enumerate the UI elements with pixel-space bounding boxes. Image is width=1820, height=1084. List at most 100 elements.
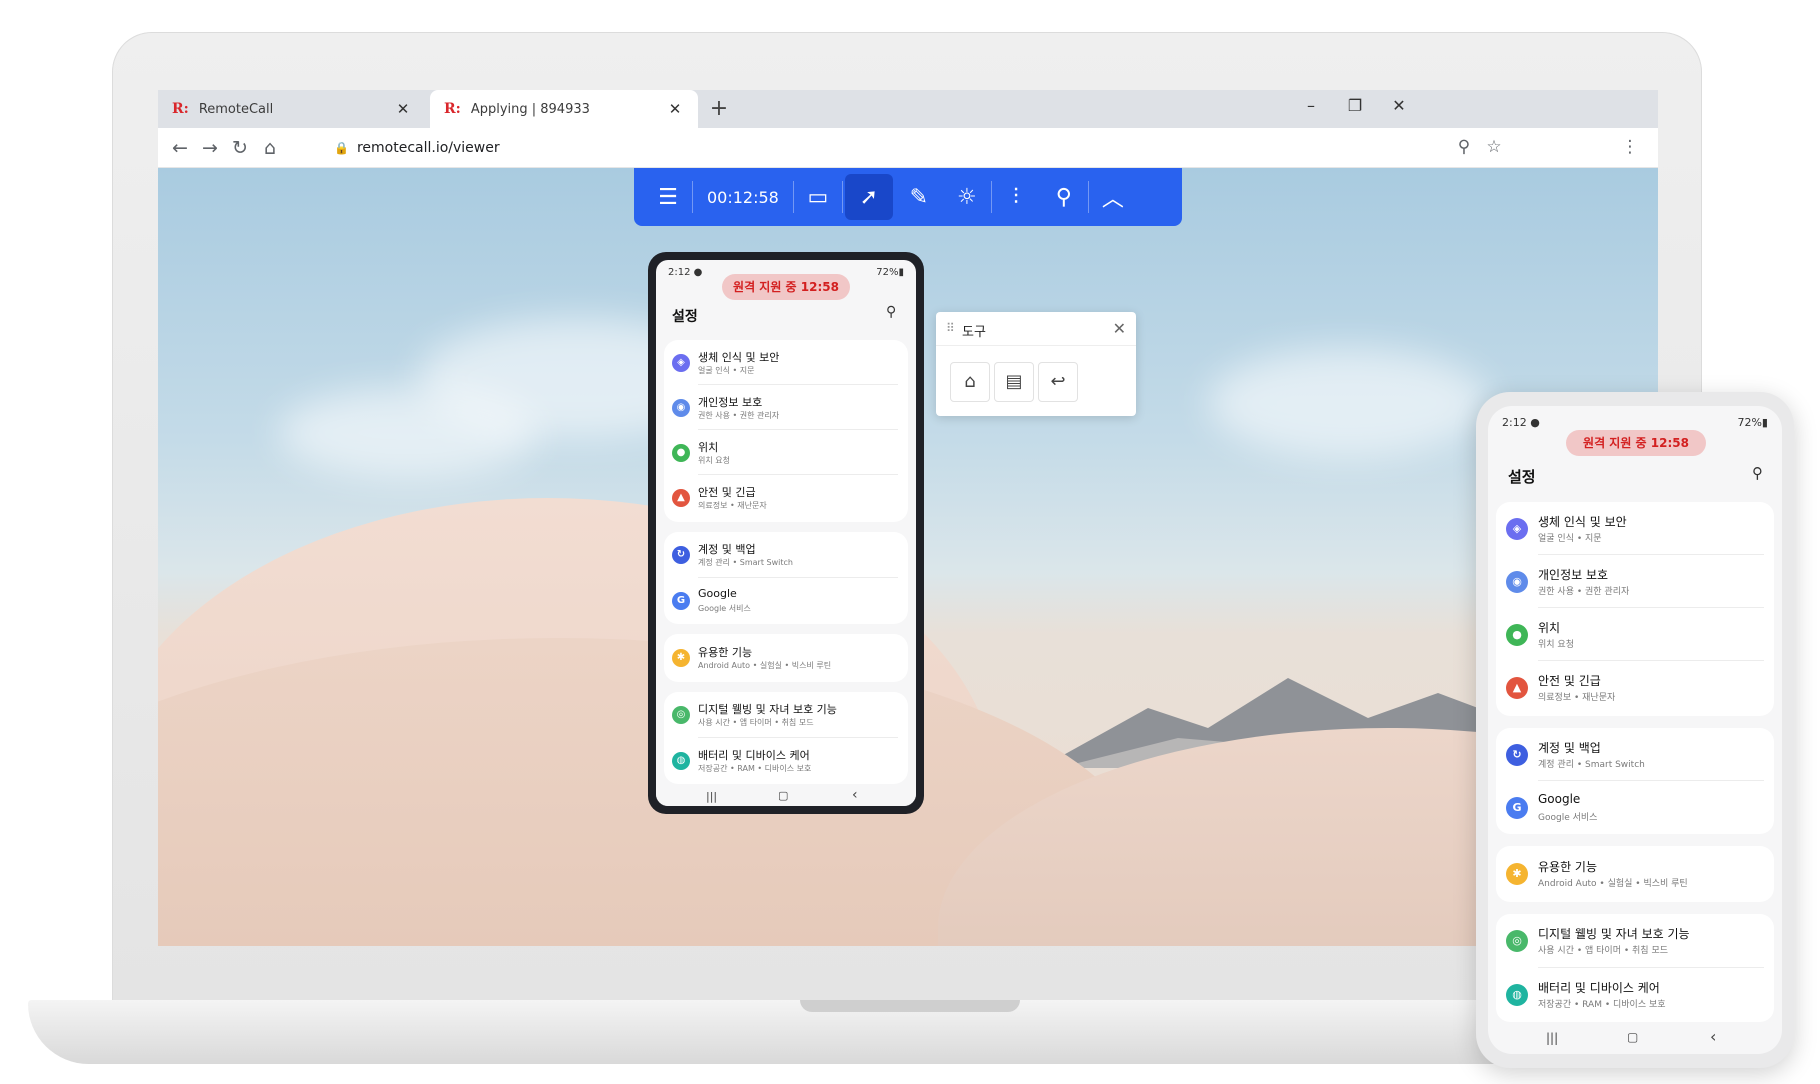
status-battery: 72%▮ <box>876 267 904 278</box>
item-subtitle: 계정 관리 • Smart Switch <box>1538 760 1645 770</box>
settings-item-location: ● 위치 위치 요청 <box>1496 608 1774 661</box>
item-subtitle: 위치 요청 <box>1538 640 1574 650</box>
recents-icon: ||| <box>1546 1031 1559 1045</box>
tab-remotecall[interactable]: R: RemoteCall ✕ <box>158 90 426 128</box>
tools-popup: ⠿ 도구 ✕ ⌂ ▤ ↩ <box>936 312 1136 416</box>
drag-handle-icon[interactable]: ⠿ <box>946 321 955 335</box>
item-subtitle: 의료정보 • 재난문자 <box>1538 693 1616 703</box>
new-tab-button[interactable]: + <box>706 96 732 121</box>
safety-icon: ▲ <box>1506 677 1528 699</box>
home-key-button[interactable]: ⌂ <box>950 362 990 402</box>
tools-popup-title: 도구 <box>962 325 986 340</box>
pen-icon[interactable]: ✎ <box>895 168 943 226</box>
home-icon[interactable]: ⌂ <box>258 137 282 159</box>
pointer-icon[interactable]: ➚ <box>844 174 893 220</box>
privacy-icon: ◉ <box>1506 571 1528 593</box>
bookmark-star-icon[interactable]: ☆ <box>1482 137 1506 157</box>
close-icon[interactable]: ✕ <box>1113 319 1126 338</box>
lock-icon: 🔒 <box>334 141 349 155</box>
settings-group: ◈ 생체 인식 및 보안 얼굴 인식 • 지문 ◉ 개인정보 보호 권한 사용 … <box>664 340 908 522</box>
url-field[interactable]: 🔒 remotecall.io/viewer <box>320 133 1550 163</box>
browser-menu-icon[interactable]: ⋮ <box>1618 137 1642 157</box>
settings-item-accounts[interactable]: ↻ 계정 및 백업 계정 관리 • Smart Switch <box>664 532 908 578</box>
settings-sliders-icon[interactable]: ⫶ <box>992 168 1040 226</box>
item-subtitle: 저장공간 • RAM • 디바이스 보호 <box>1538 1000 1666 1010</box>
settings-item-safety[interactable]: ▲ 안전 및 긴급 의료정보 • 재난문자 <box>664 475 908 520</box>
item-subtitle: 얼굴 인식 • 지문 <box>1538 534 1602 544</box>
zoom-icon[interactable]: ⚲ <box>1040 168 1088 226</box>
wellbeing-icon: ◎ <box>672 706 690 724</box>
brightness-icon[interactable]: ☼ <box>943 168 991 226</box>
item-subtitle: 사용 시간 • 앱 타이머 • 취침 모드 <box>1538 946 1669 956</box>
status-battery: 72%▮ <box>1737 416 1768 429</box>
item-title: 개인정보 보호 <box>698 396 763 409</box>
device-care-icon: ◍ <box>672 752 690 770</box>
safety-icon: ▲ <box>672 489 690 507</box>
item-title: 안전 및 긴급 <box>698 486 756 499</box>
reload-icon[interactable]: ↻ <box>228 137 252 159</box>
remote-session-pill: 원격 지원 중 12:58 <box>1566 430 1706 456</box>
remotecall-favicon: R: <box>444 101 461 117</box>
gear-icon: ✱ <box>672 649 690 667</box>
remote-viewer-viewport: ☰ 00:12:58 ▭ ➚ ✎ ☼ ⫶ ⚲ ︿ 2:12 ● 72%▮ 원격 … <box>158 168 1658 946</box>
tab-applying[interactable]: R: Applying | 894933 ✕ <box>430 90 698 128</box>
remote-phone-frame: 2:12 ● 72%▮ 원격 지원 중 12:58 설정 ⚲ ◈ 생체 인식 및… <box>648 252 924 814</box>
video-camera-icon[interactable]: ▭ <box>794 168 842 226</box>
item-subtitle: Android Auto • 실험실 • 빅스비 루틴 <box>1538 879 1688 889</box>
settings-item-google[interactable]: G Google Google 서비스 <box>664 578 908 624</box>
item-subtitle: Android Auto • 실험실 • 빅스비 루틴 <box>698 661 832 670</box>
settings-item-location[interactable]: ● 위치 위치 요청 <box>664 430 908 475</box>
recents-icon[interactable]: ||| <box>706 790 717 803</box>
search-icon[interactable]: ⚲ <box>886 304 896 320</box>
item-title: Google <box>698 587 737 600</box>
back-icon[interactable]: ‹ <box>852 787 858 803</box>
stage: R: RemoteCall ✕ R: Applying | 894933 ✕ +… <box>0 0 1820 1084</box>
tab-title: Applying | 894933 <box>470 101 590 117</box>
remote-session-pill: 원격 지원 중 12:58 <box>722 274 850 300</box>
status-time: 2:12 ● <box>668 267 703 278</box>
item-title: 생체 인식 및 보안 <box>1538 515 1627 529</box>
home-icon[interactable]: ▢ <box>778 789 788 802</box>
item-title: 위치 <box>1538 621 1561 635</box>
settings-item-accounts: ↻ 계정 및 백업 계정 관리 • Smart Switch <box>1496 728 1774 781</box>
device-care-icon: ◍ <box>1506 984 1528 1006</box>
settings-group: ◈ 생체 인식 및 보안 얼굴 인식 • 지문 ◉ 개인정보 보호 권한 사용 … <box>1496 502 1774 716</box>
settings-item-privacy[interactable]: ◉ 개인정보 보호 권한 사용 • 권한 관리자 <box>664 385 908 430</box>
status-bar: 2:12 ● 72%▮ <box>1488 406 1782 432</box>
item-title: 배터리 및 디바이스 케어 <box>1538 981 1660 995</box>
item-subtitle: 권한 사용 • 권한 관리자 <box>1538 587 1630 597</box>
minimize-icon[interactable]: – <box>1298 96 1324 115</box>
item-title: 안전 및 긴급 <box>1538 674 1601 688</box>
back-key-button[interactable]: ↩ <box>1038 362 1078 402</box>
restore-icon[interactable]: ❐ <box>1342 96 1368 115</box>
forward-icon[interactable]: → <box>198 137 222 159</box>
privacy-icon: ◉ <box>672 399 690 417</box>
collapse-chevron-up-icon[interactable]: ︿ <box>1089 168 1137 226</box>
close-tab-icon[interactable]: ✕ <box>666 100 684 118</box>
physical-phone-frame: 2:12 ● 72%▮ 원격 지원 중 12:58 설정 ⚲ ◈ 생체 인식 및… <box>1476 392 1794 1068</box>
menu-icon[interactable]: ☰ <box>644 168 692 226</box>
settings-item-advanced-features[interactable]: ✱ 유용한 기능 Android Auto • 실험실 • 빅스비 루틴 <box>664 634 908 682</box>
recents-key-button[interactable]: ▤ <box>994 362 1034 402</box>
item-title: 디지털 웰빙 및 자녀 보호 기능 <box>698 703 837 716</box>
home-icon: ▢ <box>1627 1030 1639 1044</box>
toolbar-divider <box>841 181 843 213</box>
back-icon[interactable]: ← <box>168 137 192 159</box>
item-title: 계정 및 백업 <box>698 543 756 556</box>
settings-item-battery-care[interactable]: ◍ 배터리 및 디바이스 케어 저장공간 • RAM • 디바이스 보호 <box>664 738 908 784</box>
shield-icon: ◈ <box>1506 518 1528 540</box>
settings-item-biometrics[interactable]: ◈ 생체 인식 및 보안 얼굴 인식 • 지문 <box>664 340 908 385</box>
item-title: 생체 인식 및 보안 <box>698 351 780 364</box>
settings-group: ✱ 유용한 기능 Android Auto • 실험실 • 빅스비 루틴 <box>664 634 908 682</box>
google-icon: G <box>672 592 690 610</box>
settings-item-digital-wellbeing[interactable]: ◎ 디지털 웰빙 및 자녀 보호 기능 사용 시간 • 앱 타이머 • 취침 모… <box>664 692 908 738</box>
close-tab-icon[interactable]: ✕ <box>394 100 412 118</box>
window-close-icon[interactable]: ✕ <box>1386 96 1412 115</box>
item-subtitle: Google 서비스 <box>1538 813 1598 823</box>
page-zoom-icon[interactable]: ⚲ <box>1452 137 1476 157</box>
url-text[interactable]: remotecall.io/viewer <box>357 140 500 156</box>
settings-item-battery-care: ◍ 배터리 및 디바이스 케어 저장공간 • RAM • 디바이스 보호 <box>1496 968 1774 1022</box>
address-bar: ← → ↻ ⌂ 🔒 remotecall.io/viewer ⚲ ☆ ⋮ <box>158 128 1658 168</box>
settings-item-biometrics: ◈ 생체 인식 및 보안 얼굴 인식 • 지문 <box>1496 502 1774 555</box>
remote-phone-screen[interactable]: 2:12 ● 72%▮ 원격 지원 중 12:58 설정 ⚲ ◈ 생체 인식 및… <box>656 260 916 806</box>
